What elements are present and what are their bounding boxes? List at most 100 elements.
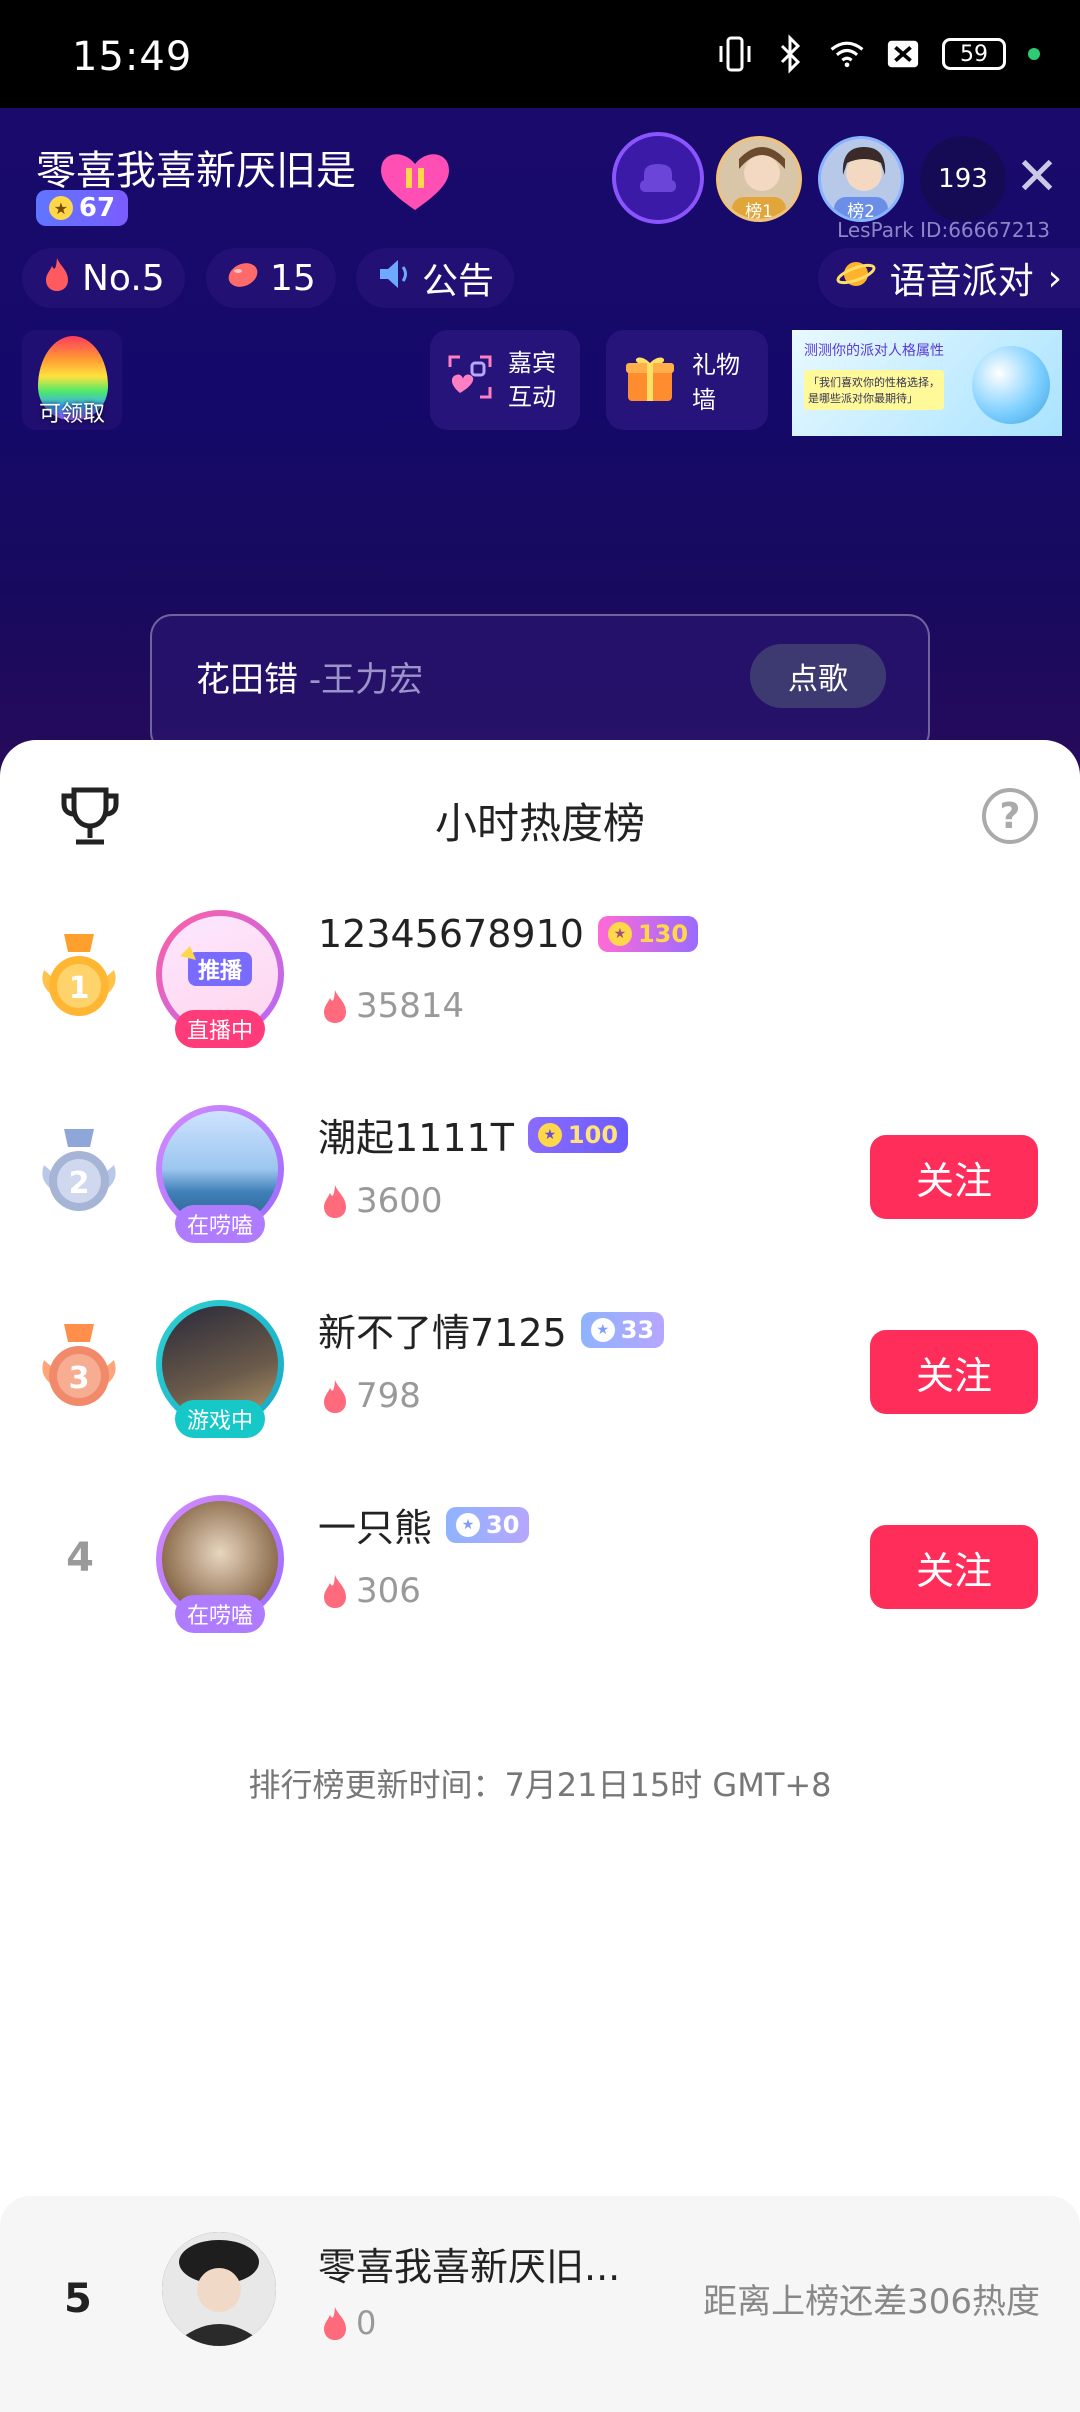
- bluetooth-icon: [774, 34, 808, 74]
- gift-wall-button[interactable]: 礼物墙: [606, 330, 768, 430]
- follow-button[interactable]: 关注: [870, 1525, 1038, 1609]
- song-info: 花田错 -王力宏: [196, 652, 423, 701]
- svg-text:2: 2: [69, 1166, 90, 1201]
- song-title: 花田错: [196, 660, 298, 700]
- crown-icon: ★: [590, 1317, 615, 1342]
- crown-icon: ★: [537, 1122, 562, 1147]
- user-avatar[interactable]: 游戏中: [156, 1300, 284, 1438]
- song-artist: -王力宏: [308, 660, 424, 700]
- sheet-title: 小时热度榜: [434, 799, 645, 848]
- sim-off-icon: [886, 34, 920, 74]
- rank-update-time: 排行榜更新时间：7月21日15时 GMT+8: [248, 1766, 832, 1804]
- user-name: 12345678910: [318, 912, 584, 956]
- vibrate-icon: [718, 34, 752, 74]
- room-level-value: 67: [78, 193, 116, 223]
- pause-heart-button[interactable]: [376, 148, 454, 214]
- level-value: 33: [620, 1315, 655, 1344]
- rank-row[interactable]: 3 游戏中 新不了情7125 ★ 33 798 关注: [0, 1280, 1080, 1440]
- rank-row[interactable]: 4 在唠嗑 一只熊 ★ 30 306 关注: [0, 1475, 1080, 1635]
- voice-party-pill[interactable]: 语音派对 ›: [817, 248, 1080, 308]
- speaker-icon: [376, 256, 412, 301]
- bean-icon: [226, 258, 260, 299]
- notice-label: 公告: [422, 261, 495, 302]
- egg-label: 可领取: [38, 402, 105, 427]
- heat-value: 798: [356, 1376, 421, 1416]
- online-count[interactable]: 193: [920, 136, 1006, 222]
- gift-icon: [622, 349, 678, 411]
- seat-sofa-icon[interactable]: [612, 132, 704, 224]
- rank-gap-text: 距离上榜还差306热度: [703, 2282, 1040, 2322]
- status-badge: 直播中: [174, 1010, 266, 1048]
- voice-party-label: 语音派对: [889, 261, 1034, 302]
- heat-line: 306: [320, 1571, 421, 1611]
- help-icon[interactable]: ?: [982, 788, 1038, 844]
- heat-value: 3600: [356, 1181, 443, 1221]
- user-name-line: 潮起1111T ★ 100: [318, 1107, 629, 1162]
- personality-banner[interactable]: 测测你的派对人格属性 「我们喜欢你的性格选择，是哪些派对你最期待」: [792, 330, 1062, 436]
- svg-text:推播: 推播: [198, 959, 243, 984]
- my-avatar[interactable]: [162, 2232, 276, 2346]
- rank-row[interactable]: 1 推播 直播中 12345678910 ★ 130 35814: [0, 890, 1080, 1050]
- flame-icon: [324, 1185, 346, 1218]
- banner-orb-image: [972, 346, 1050, 424]
- song-card: 花田错 -王力宏 点歌: [150, 614, 930, 754]
- planet-icon: [836, 256, 876, 301]
- request-song-button[interactable]: 点歌: [750, 644, 886, 708]
- guest-interact-button[interactable]: 嘉宾 互动: [430, 330, 580, 430]
- crown-icon: ★: [456, 1512, 481, 1537]
- flame-icon: [324, 990, 346, 1023]
- level-badge: ★ 30: [446, 1506, 530, 1543]
- user-name-line: 一只熊 ★ 30: [318, 1497, 530, 1552]
- svg-text:1: 1: [69, 971, 90, 1006]
- notice-pill[interactable]: 公告: [356, 248, 515, 308]
- user-avatar[interactable]: 在唠嗑: [156, 1105, 284, 1243]
- my-rank-bar: 5 零喜我喜新厌旧... 0 距离上榜还差306热度: [0, 2196, 1080, 2412]
- level-badge: ★ 33: [580, 1311, 665, 1348]
- camera-indicator-icon: [1028, 48, 1040, 60]
- hot-rank-pill[interactable]: No.5: [22, 248, 185, 308]
- status-bar: 15:49 59: [0, 0, 1080, 108]
- status-time: 15:49: [72, 34, 193, 80]
- rank-row[interactable]: 2 在唠嗑 潮起1111T ★ 100 3600 关注: [0, 1085, 1080, 1245]
- heat-line: 798: [320, 1376, 421, 1416]
- level-badge: ★ 130: [597, 916, 699, 952]
- close-icon[interactable]: ✕: [1012, 151, 1062, 203]
- follow-button[interactable]: 关注: [870, 1135, 1038, 1219]
- live-room: 零喜我喜新厌旧是你 ★ 67 榜1 榜2 193 ✕ LesPark ID:66…: [0, 108, 1080, 798]
- user-avatar[interactable]: 推播 直播中: [156, 910, 284, 1048]
- rank2-avatar[interactable]: 榜2: [818, 136, 904, 222]
- svg-text:3: 3: [69, 1361, 90, 1396]
- hot-rank-value: No.5: [82, 257, 165, 299]
- status-badge: 在唠嗑: [174, 1595, 266, 1633]
- my-heat-line: 0: [320, 2304, 376, 2342]
- room-title[interactable]: 零喜我喜新厌旧是你: [36, 138, 356, 196]
- rank-number: 4: [66, 1535, 94, 1581]
- my-rank-number: 5: [64, 2276, 92, 2322]
- rainbow-egg-button[interactable]: 可领取: [22, 330, 122, 430]
- heat-value: 35814: [356, 986, 465, 1026]
- level-value: 130: [637, 920, 689, 948]
- status-badge: 游戏中: [174, 1400, 266, 1438]
- level-badge: ★ 100: [527, 1116, 629, 1153]
- guest-interact-label: 嘉宾 互动: [508, 349, 556, 411]
- banner-title: 测测你的派对人格属性: [804, 343, 944, 359]
- user-name-line: 新不了情7125 ★ 33: [318, 1302, 665, 1357]
- beans-value: 15: [270, 257, 316, 299]
- beans-pill[interactable]: 15: [206, 248, 336, 308]
- room-level-badge: ★ 67: [36, 190, 128, 226]
- level-value: 30: [486, 1510, 520, 1539]
- user-name-line: 12345678910 ★ 130: [318, 912, 699, 956]
- heat-line: 35814: [320, 986, 464, 1026]
- heat-line: 3600: [320, 1181, 443, 1221]
- level-value: 100: [567, 1120, 619, 1149]
- banner-subtitle: 「我们喜欢你的性格选择，是哪些派对你最期待」: [804, 370, 944, 410]
- follow-button[interactable]: 关注: [870, 1330, 1038, 1414]
- rank1-avatar[interactable]: 榜1: [716, 136, 802, 222]
- battery-icon: 59: [942, 38, 1006, 70]
- user-name: 潮起1111T: [318, 1116, 514, 1160]
- user-name: 一只熊: [318, 1506, 433, 1550]
- wifi-icon: [830, 34, 864, 74]
- heat-value: 306: [356, 1571, 421, 1611]
- flame-icon: [324, 1575, 346, 1608]
- user-avatar[interactable]: 在唠嗑: [156, 1495, 284, 1633]
